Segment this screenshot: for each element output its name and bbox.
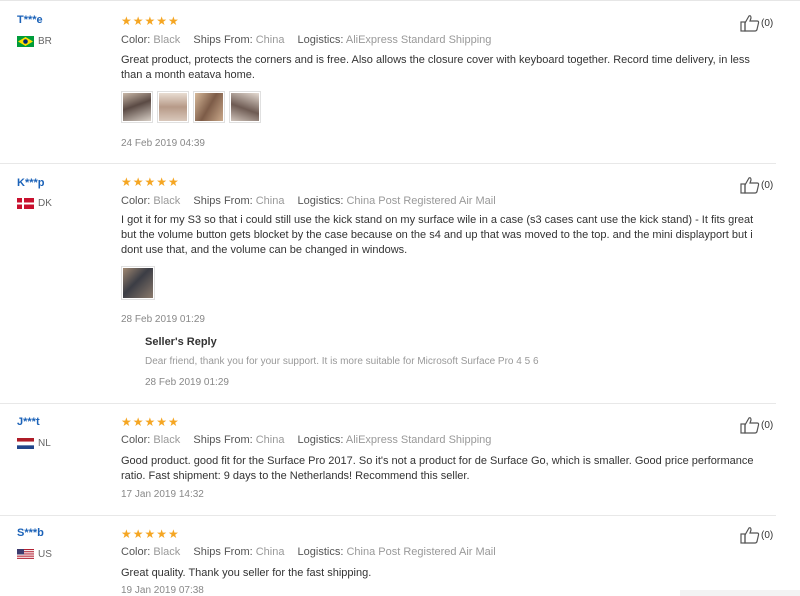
like-button[interactable]: (0) <box>740 14 773 32</box>
star-rating: ★★★★★ <box>121 527 180 541</box>
color-value: Black <box>153 195 181 207</box>
seller-reply-title: Seller's Reply <box>145 336 217 348</box>
logistics-value: AliExpress Standard Shipping <box>345 34 492 46</box>
color-label: Color: <box>121 34 151 46</box>
logistics-label: Logistics: <box>297 195 344 207</box>
ships-from-value: China <box>255 546 285 558</box>
reviewer-name: S***b <box>17 527 44 539</box>
color-label: Color: <box>121 195 151 207</box>
color-value: Black <box>153 34 181 46</box>
like-button[interactable]: (0) <box>740 416 773 434</box>
like-button[interactable]: (0) <box>740 526 773 544</box>
reviewer-name: T***e <box>17 14 43 26</box>
reviewer-country: US <box>17 549 52 560</box>
reviewer-country: BR <box>17 36 52 47</box>
thumbs-up-icon <box>740 527 760 544</box>
review-date: 24 Feb 2019 04:39 <box>121 138 205 149</box>
logistics-value: AliExpress Standard Shipping <box>345 434 492 446</box>
logistics-label: Logistics: <box>297 546 344 558</box>
seller-reply-text: Dear friend, thank you for your support.… <box>145 356 539 367</box>
reviewer-name: K***p <box>17 177 45 189</box>
ships-from-label: Ships From: <box>193 546 253 558</box>
review-meta: Color: Black Ships From: China Logistics… <box>121 34 491 46</box>
review-item: K***p DK ★★★★★ Color: Black Ships From: … <box>0 163 776 404</box>
denmark-flag-icon <box>17 198 34 209</box>
country-code: NL <box>38 438 51 449</box>
logistics-value: China Post Registered Air Mail <box>346 546 496 558</box>
review-photos <box>121 266 155 300</box>
color-label: Color: <box>121 546 151 558</box>
review-date: 19 Jan 2019 07:38 <box>121 585 204 596</box>
color-value: Black <box>153 546 181 558</box>
thumbs-up-icon <box>740 177 760 194</box>
netherlands-flag-icon <box>17 438 34 449</box>
like-count: (0) <box>761 17 774 29</box>
review-text: Great quality. Thank you seller for the … <box>121 567 372 579</box>
review-item: J***t NL ★★★★★ Color: Black Ships From: … <box>0 403 776 516</box>
thumbs-up-icon <box>740 417 760 434</box>
review-photo-thumbnail[interactable] <box>121 266 155 300</box>
ships-from-label: Ships From: <box>193 34 253 46</box>
review-photos <box>121 91 261 123</box>
ships-from-value: China <box>255 34 285 46</box>
reviewer-name: J***t <box>17 416 40 428</box>
color-value: Black <box>153 434 181 446</box>
review-photo-thumbnail[interactable] <box>193 91 225 123</box>
review-text: Great product, protects the corners and … <box>121 54 750 81</box>
country-code: US <box>38 549 52 560</box>
review-photo-thumbnail[interactable] <box>229 91 261 123</box>
country-code: DK <box>38 198 52 209</box>
like-count: (0) <box>761 529 774 541</box>
ships-from-value: China <box>255 195 285 207</box>
star-rating: ★★★★★ <box>121 415 180 429</box>
like-count: (0) <box>761 179 774 191</box>
star-rating: ★★★★★ <box>121 14 180 28</box>
review-photo-thumbnail[interactable] <box>121 91 153 123</box>
ships-from-value: China <box>255 434 285 446</box>
scroll-edge-shade <box>680 590 800 596</box>
ships-from-label: Ships From: <box>193 434 253 446</box>
reviewer-country: NL <box>17 438 51 449</box>
review-meta: Color: Black Ships From: China Logistics… <box>121 434 491 446</box>
seller-reply-date: 28 Feb 2019 01:29 <box>145 377 229 388</box>
usa-flag-icon <box>17 549 34 560</box>
logistics-label: Logistics: <box>297 34 344 46</box>
ships-from-label: Ships From: <box>193 195 253 207</box>
color-label: Color: <box>121 434 151 446</box>
logistics-value: China Post Registered Air Mail <box>346 195 496 207</box>
review-photo-thumbnail[interactable] <box>157 91 189 123</box>
like-count: (0) <box>761 419 774 431</box>
review-meta: Color: Black Ships From: China Logistics… <box>121 195 496 207</box>
thumbs-up-icon <box>740 15 760 32</box>
reviewer-country: DK <box>17 198 52 209</box>
review-item: S***b US ★★★★★ Color: Black Ships From: … <box>0 515 776 596</box>
review-text: Good product. good fit for the Surface P… <box>121 455 754 482</box>
review-item: T***e BR ★★★★★ Color: Black Ships From: … <box>0 0 776 164</box>
brazil-flag-icon <box>17 36 34 47</box>
like-button[interactable]: (0) <box>740 176 773 194</box>
review-meta: Color: Black Ships From: China Logistics… <box>121 546 496 558</box>
logistics-label: Logistics: <box>297 434 344 446</box>
star-rating: ★★★★★ <box>121 175 180 189</box>
review-date: 28 Feb 2019 01:29 <box>121 314 205 325</box>
country-code: BR <box>38 36 52 47</box>
review-date: 17 Jan 2019 14:32 <box>121 489 204 500</box>
review-text: I got it for my S3 so that i could still… <box>121 214 754 256</box>
